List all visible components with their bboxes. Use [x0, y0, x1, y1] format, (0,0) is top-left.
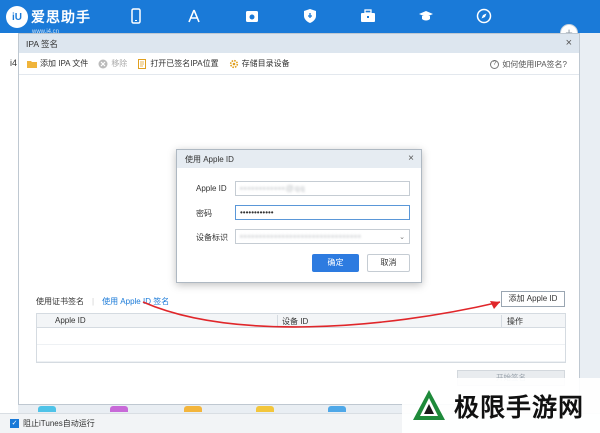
- side-label: i4: [10, 58, 18, 68]
- close-icon[interactable]: ×: [408, 153, 414, 164]
- ringtone-icon[interactable]: [302, 8, 318, 24]
- modal-titlebar: 使用 Apple ID ×: [177, 150, 421, 168]
- logo-mark: iU: [6, 6, 28, 28]
- app-icon: [110, 406, 128, 412]
- apple-id-table: Apple ID 设备 ID 操作: [36, 313, 566, 363]
- music-icon[interactable]: [244, 8, 260, 24]
- remove-button[interactable]: 移除: [98, 58, 127, 69]
- device-id-select[interactable]: •••••••••••••••••••••••••••••••• ⌄: [235, 229, 410, 244]
- help-link[interactable]: ? 如何使用IPA签名?: [490, 59, 567, 70]
- add-apple-id-button[interactable]: 添加 Apple ID: [501, 291, 565, 307]
- app-icon: [38, 406, 56, 412]
- modal-title: 使用 Apple ID: [185, 154, 234, 164]
- close-icon[interactable]: ×: [566, 37, 572, 49]
- logo-text: 爱思助手: [31, 9, 91, 25]
- table-row: [37, 345, 565, 362]
- column-divider: [501, 315, 502, 327]
- itunes-block-checkbox[interactable]: ✓: [10, 419, 19, 428]
- add-ipa-button[interactable]: 添加 IPA 文件: [27, 58, 88, 69]
- confirm-button[interactable]: 确定: [312, 254, 359, 272]
- password-input[interactable]: ••••••••••••: [235, 205, 410, 220]
- table-header: Apple ID 设备 ID 操作: [37, 314, 565, 328]
- watermark-text: 极限手游网: [454, 392, 585, 422]
- app-icon: [256, 406, 274, 412]
- app-store-icon[interactable]: [186, 8, 202, 24]
- app-icon: [328, 406, 346, 412]
- app-logo: iU 爱思助手: [6, 6, 91, 28]
- column-apple-id: Apple ID: [55, 316, 86, 325]
- watermark: 极限手游网: [402, 378, 600, 433]
- help-label: 如何使用IPA签名?: [502, 60, 567, 69]
- device-id-label: 设备标识: [196, 233, 228, 242]
- ipa-dialog-title: IPA 签名: [26, 38, 58, 49]
- storage-device-button[interactable]: 存储目录设备: [229, 58, 290, 69]
- document-icon: [138, 58, 147, 69]
- compass-icon[interactable]: [476, 8, 492, 24]
- device-id-value: ••••••••••••••••••••••••••••••••: [240, 232, 362, 241]
- apple-id-input[interactable]: ••••••••••••@qq: [235, 181, 410, 196]
- gear-icon: [229, 59, 238, 68]
- storage-device-label: 存储目录设备: [241, 59, 290, 68]
- ipa-toolbar: 添加 IPA 文件 移除 打开已签名IPA位置 存储目录设备 ? 如何使用IPA…: [19, 53, 579, 75]
- app-header: iU 爱思助手 www.i4.cn: [0, 0, 600, 35]
- apple-id-label: Apple ID: [196, 184, 227, 193]
- tab-cert-sign[interactable]: 使用证书签名: [36, 296, 84, 307]
- apple-id-value: ••••••••••••@qq: [240, 184, 306, 193]
- password-value: ••••••••••••: [240, 208, 274, 217]
- tab-apple-id-sign[interactable]: 使用 Apple ID 签名: [102, 296, 169, 307]
- open-signed-label: 打开已签名IPA位置: [150, 59, 219, 68]
- sign-mode-tabs: 使用证书签名 | 使用 Apple ID 签名: [36, 296, 169, 307]
- apple-id-modal: 使用 Apple ID × Apple ID ••••••••••••@qq 密…: [176, 149, 422, 283]
- column-device-id: 设备 ID: [282, 317, 309, 326]
- folder-add-icon: [27, 60, 37, 68]
- tab-separator: |: [92, 297, 95, 306]
- remove-label: 移除: [111, 59, 128, 68]
- cancel-button[interactable]: 取消: [367, 254, 410, 272]
- tutorial-icon[interactable]: [418, 8, 434, 24]
- add-ipa-label: 添加 IPA 文件: [40, 59, 89, 68]
- watermark-logo: [413, 389, 445, 420]
- app-icon: [184, 406, 202, 412]
- phone-icon[interactable]: [128, 8, 144, 24]
- toolbox-icon[interactable]: [360, 8, 376, 24]
- chevron-down-icon: ⌄: [399, 234, 405, 241]
- remove-icon: [98, 59, 108, 68]
- question-icon: ?: [490, 60, 500, 69]
- column-divider: [277, 315, 278, 327]
- ipa-dialog-titlebar: IPA 签名 ×: [19, 34, 579, 53]
- open-signed-folder-button[interactable]: 打开已签名IPA位置: [137, 58, 219, 69]
- table-row: [37, 328, 565, 345]
- column-actions: 操作: [507, 317, 523, 326]
- itunes-block-label: 阻止iTunes自动运行: [23, 419, 95, 428]
- password-label: 密码: [196, 209, 212, 218]
- main-window-left-strip: i4: [0, 33, 18, 413]
